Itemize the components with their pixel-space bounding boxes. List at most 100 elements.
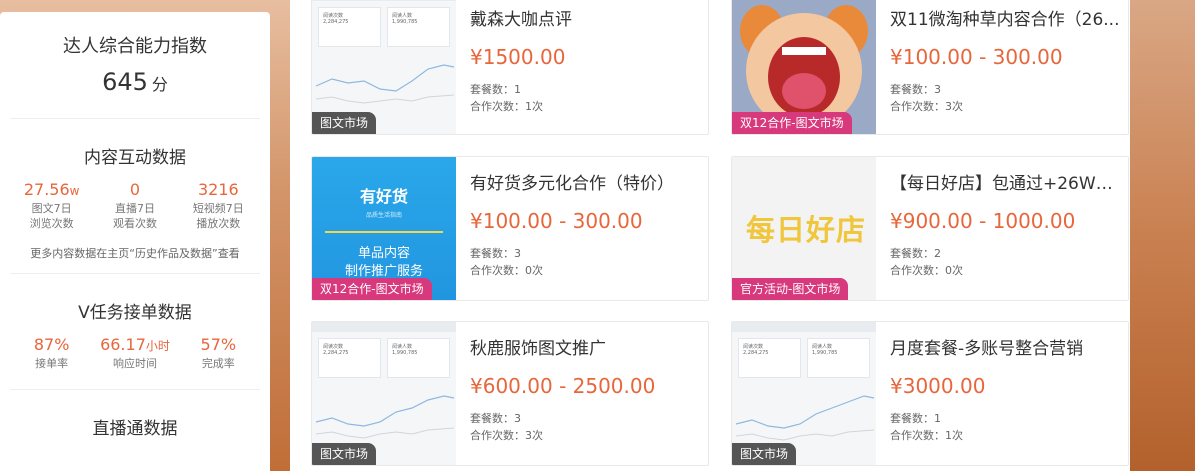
service-card[interactable]: 阅读次数 2,284,275 阅读人数 1,990,785 图文市场 戴森大咖点评 … (311, 0, 709, 135)
v-task-section: V任务接单数据 87% 接单率 66.17小时 响应时间 57% 完成率 (10, 274, 260, 390)
thumb-text: 阅读人数 (392, 344, 413, 350)
stat-value: 0 (129, 180, 141, 199)
stat-value: 87% (33, 335, 70, 354)
card-tag: 官方活动-图文市场 (732, 278, 849, 300)
score-section: 达人综合能力指数 645 分 (10, 12, 260, 119)
card-price: ¥900.00 - 1000.00 (890, 209, 1076, 233)
card-tag: 图文市场 (312, 443, 377, 465)
coop-count: 0次 (525, 264, 543, 277)
thumb-text: 2,284,275 (323, 19, 349, 25)
content-interaction-section: 内容互动数据 27.56w 图文7日 浏览次数 0 直播7日 观看次数 3216 短… (10, 119, 260, 274)
card-title[interactable]: 【每日好店】包通过+26W粉... (890, 169, 1122, 193)
stat-label: 短视频7日 (192, 202, 244, 215)
yhh-subtitle: 品质生活指南 (365, 212, 402, 219)
card-price: ¥3000.00 (890, 374, 986, 398)
stat-label: 观看次数 (112, 217, 157, 230)
score-number: 645 (102, 68, 148, 96)
stat-live-views: 0 直播7日观看次数 (94, 180, 177, 231)
stat-value: 27.56 (23, 180, 70, 199)
thumb-text: 阅读次数 (323, 344, 344, 350)
card-meta: 套餐数：2 合作次数：0次 (890, 245, 1122, 279)
card-tag: 图文市场 (732, 443, 797, 465)
card-tag: 双12合作-图文市场 (732, 112, 852, 134)
v-task-title: V任务接单数据 (78, 303, 192, 323)
yhh-text: 单品内容 (357, 246, 410, 261)
service-card[interactable]: 有好货 品质生活指南 单品内容 制作推广服务 双12合作-图文市场 有好货多元化合… (311, 156, 709, 301)
stat-unit: 小时 (145, 339, 170, 353)
thumb-text: 阅读人数 (812, 344, 833, 350)
stat-label: 直播7日 (114, 202, 155, 215)
thumb-text: 2,284,275 (743, 350, 769, 356)
service-card[interactable]: 每日好店 官方活动-图文市场 【每日好店】包通过+26W粉... ¥900.00… (731, 156, 1129, 301)
package-count: 3 (514, 412, 521, 425)
package-label: 套餐数： (890, 247, 934, 260)
coop-label: 合作次数： (890, 100, 945, 113)
card-info: 双11微淘种草内容合作（26... ¥100.00 - 300.00 套餐数：3… (890, 5, 1122, 115)
card-title[interactable]: 双11微淘种草内容合作（26... (890, 5, 1122, 29)
score-value: 645 分 (10, 68, 260, 118)
card-meta: 套餐数：3 合作次数：3次 (890, 81, 1122, 115)
stat-label: 接单率 (35, 357, 69, 370)
card-tag: 双12合作-图文市场 (312, 278, 432, 300)
stat-response-time: 66.17小时 响应时间 (94, 335, 177, 371)
thumb-text: 阅读人数 (392, 13, 413, 19)
card-thumbnail[interactable]: 阅读次数 2,284,275 阅读人数 1,990,785 图文市场 (732, 322, 876, 465)
card-title[interactable]: 秋鹿服饰图文推广 (470, 334, 702, 358)
live-section: 直播通数据 (10, 390, 260, 439)
card-thumbnail[interactable]: 每日好店 官方活动-图文市场 (732, 157, 876, 300)
coop-label: 合作次数： (890, 429, 945, 442)
package-count: 1 (514, 83, 521, 96)
coop-label: 合作次数： (470, 429, 525, 442)
service-card[interactable]: 双12合作-图文市场 双11微淘种草内容合作（26... ¥100.00 - 3… (731, 0, 1129, 135)
card-title[interactable]: 月度套餐-多账号整合营销 (890, 334, 1122, 358)
card-price: ¥100.00 - 300.00 (470, 209, 643, 233)
card-info: 月度套餐-多账号整合营销 ¥3000.00 套餐数：1 合作次数：1次 (890, 334, 1122, 444)
card-price: ¥100.00 - 300.00 (890, 45, 1063, 69)
service-card[interactable]: 阅读次数 2,284,275 阅读人数 1,990,785 图文市场 月度套餐-多账… (731, 321, 1129, 466)
service-card[interactable]: 阅读次数 2,284,275 阅读人数 1,990,785 图文市场 秋鹿服饰图文推… (311, 321, 709, 466)
card-info: 有好货多元化合作（特价） ¥100.00 - 300.00 套餐数：3 合作次数… (470, 169, 702, 279)
card-meta: 套餐数：1 合作次数：1次 (890, 410, 1122, 444)
talent-sidebar: 达人综合能力指数 645 分 内容互动数据 27.56w 图文7日 浏览次数 0 直… (0, 12, 270, 471)
thumb-text: 1,990,785 (392, 350, 418, 356)
card-meta: 套餐数：3 合作次数：0次 (470, 245, 702, 279)
coop-count: 3次 (945, 100, 963, 113)
stat-unit: w (69, 184, 80, 198)
yhh-logo: 有好货 (359, 187, 408, 206)
coop-count: 1次 (945, 429, 963, 442)
package-label: 套餐数： (470, 247, 514, 260)
card-info: 戴森大咖点评 ¥1500.00 套餐数：1 合作次数：1次 (470, 5, 702, 115)
card-title[interactable]: 有好货多元化合作（特价） (470, 169, 702, 193)
thumb-text: 1,990,785 (812, 350, 838, 356)
stat-label: 响应时间 (112, 357, 157, 370)
stat-value: 57% (200, 335, 237, 354)
content-stats: 27.56w 图文7日浏览次数 0 直播7日观看次数 3216 短视频7日播放次… (10, 180, 260, 231)
coop-count: 3次 (525, 429, 543, 442)
card-thumbnail[interactable]: 有好货 品质生活指南 单品内容 制作推广服务 双12合作-图文市场 (312, 157, 456, 300)
score-title: 达人综合能力指数 (63, 36, 207, 57)
stat-label: 浏览次数 (29, 217, 74, 230)
stat-value: 66.17 (100, 335, 146, 354)
card-price: ¥600.00 - 2500.00 (470, 374, 656, 398)
card-meta: 套餐数：1 合作次数：1次 (470, 81, 702, 115)
thumb-text: 阅读次数 (743, 344, 764, 350)
score-unit: 分 (151, 75, 168, 94)
stat-label: 图文7日 (31, 202, 72, 215)
more-data-note: 更多内容数据在主页“历史作品及数据”查看 (30, 247, 240, 260)
card-title[interactable]: 戴森大咖点评 (470, 5, 702, 29)
stat-completion-rate: 57% 完成率 (177, 335, 260, 371)
v-task-stats: 87% 接单率 66.17小时 响应时间 57% 完成率 (10, 335, 260, 371)
live-title: 直播通数据 (92, 419, 178, 439)
package-count: 1 (934, 412, 941, 425)
package-count: 2 (934, 247, 941, 260)
card-meta: 套餐数：3 合作次数：3次 (470, 410, 702, 444)
stat-label: 播放次数 (196, 217, 241, 230)
card-thumbnail[interactable]: 双12合作-图文市场 (732, 0, 876, 134)
stat-value: 3216 (197, 180, 239, 199)
stat-view-count: 27.56w 图文7日浏览次数 (10, 180, 93, 231)
card-info: 秋鹿服饰图文推广 ¥600.00 - 2500.00 套餐数：3 合作次数：3次 (470, 334, 702, 444)
card-thumbnail[interactable]: 阅读次数 2,284,275 阅读人数 1,990,785 图文市场 (312, 322, 456, 465)
card-thumbnail[interactable]: 阅读次数 2,284,275 阅读人数 1,990,785 图文市场 (312, 0, 456, 134)
stat-accept-rate: 87% 接单率 (10, 335, 93, 371)
thumb-text: 2,284,275 (323, 350, 349, 356)
